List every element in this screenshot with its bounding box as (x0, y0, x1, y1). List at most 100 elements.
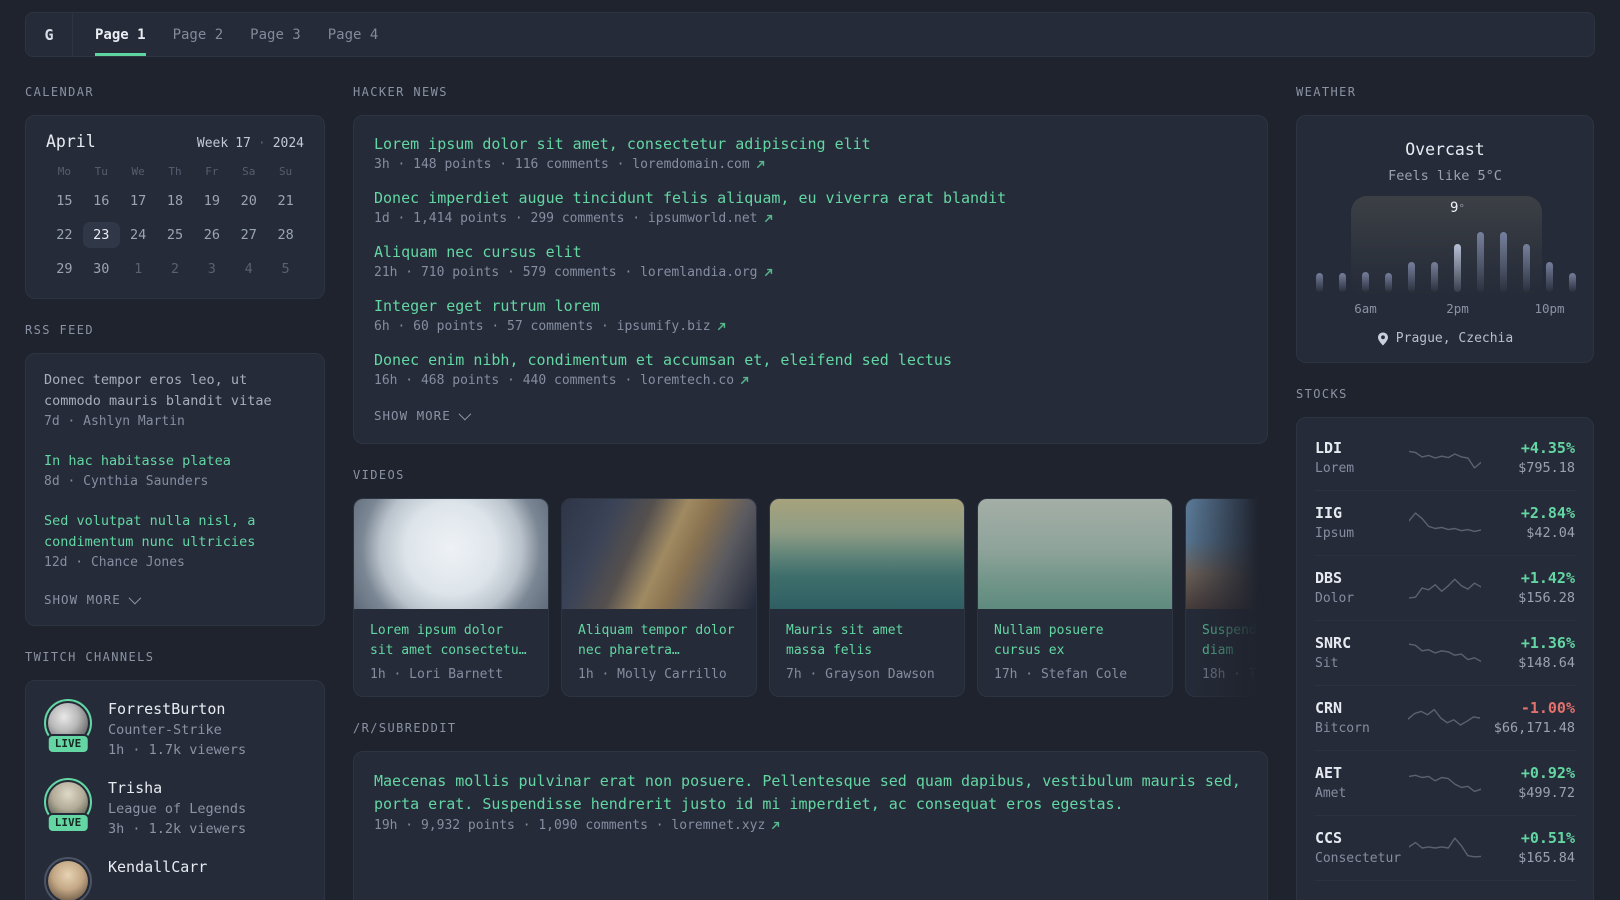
calendar-week-number: 17 (235, 136, 251, 151)
stocks-widget: STOCKS LDI Lorem +4.35% $795.18 IIG Ipsum +2.8… (1296, 387, 1594, 900)
videos-widget: VIDEOS Lorem ipsum dolor sit amet consec… (353, 468, 1268, 697)
video-card[interactable]: Mauris sit amet massa felis 7h · Grayson … (769, 498, 965, 697)
app-logo[interactable]: G (26, 13, 73, 56)
stock-row[interactable]: DBS Dolor +1.42% $156.28 (1315, 555, 1575, 620)
twitch-channel-row[interactable]: KendallCarr (44, 857, 306, 900)
video-meta: 1h · Molly Carrillo (578, 667, 727, 682)
hackernews-item-title[interactable]: Lorem ipsum dolor sit amet, consectetur … (374, 134, 1247, 155)
video-meta: 17h · Stefan Cole (994, 667, 1128, 682)
video-title[interactable]: Suspendisse diam (1202, 621, 1268, 661)
twitch-avatar-wrap: LIVE (44, 778, 92, 833)
calendar-widget-label: CALENDAR (25, 85, 94, 99)
weather-bar (1385, 273, 1392, 292)
subreddit-widget: /R/SUBREDDIT Maecenas mollis pulvinar er… (353, 721, 1268, 900)
rss-widget-label: RSS FEED (25, 323, 94, 337)
live-badge: LIVE (46, 813, 90, 833)
calendar-day: 26 (203, 227, 220, 243)
stock-ticker: AET (1315, 764, 1343, 782)
video-thumbnail (770, 499, 964, 609)
external-link-arrow-icon (772, 821, 780, 830)
subreddit-post: Maecenas mollis pulvinar erat non posuer… (374, 770, 1247, 835)
calendar-day-header: Th (168, 165, 182, 178)
tab-page-4[interactable]: Page 4 (328, 13, 379, 56)
stock-row[interactable]: LDI Lorem +4.35% $795.18 (1315, 426, 1575, 490)
stock-info: IIG Ipsum (1315, 502, 1395, 543)
stock-row[interactable]: CCS Consectetur +0.51% $165.84 (1315, 815, 1575, 880)
tab-page-1[interactable]: Page 1 (95, 13, 146, 56)
hackernews-item: Donec enim nibh, condimentum et accumsan… (374, 350, 1247, 390)
rss-show-more-button[interactable]: SHOW MORE (44, 591, 306, 607)
calendar-day: 25 (166, 227, 184, 243)
twitch-widget-label: TWITCH CHANNELS (25, 650, 155, 664)
hackernews-item-title[interactable]: Integer eget rutrum lorem (374, 296, 1247, 317)
stock-values: +0.51% $165.84 (1495, 827, 1575, 868)
rss-show-more-label: SHOW MORE (44, 592, 121, 607)
calendar-month: April (46, 132, 96, 151)
hackernews-item-title[interactable]: Donec imperdiet augue tincidunt felis al… (374, 188, 1247, 209)
weather-bar (1431, 262, 1438, 292)
weather-time-label: 10pm (1534, 301, 1565, 316)
daylight-region (1350, 196, 1542, 296)
stock-row[interactable]: AET Amet +0.92% $499.72 (1315, 750, 1575, 815)
tab-page-2[interactable]: Page 2 (173, 13, 224, 56)
twitch-channel-info: KendallCarr (108, 857, 207, 878)
twitch-channel-name[interactable]: KendallCarr (108, 857, 207, 878)
weather-feels-like: Feels like 5°C (1388, 168, 1502, 184)
video-title[interactable]: Mauris sit amet massa felis (786, 621, 948, 661)
hackernews-show-more-button[interactable]: SHOW MORE (374, 407, 1247, 423)
twitch-channel-row[interactable]: LIVE Trisha League of Legends 3h · 1.2k vie… (44, 778, 306, 839)
twitch-channel-name[interactable]: ForrestBurton (108, 699, 246, 720)
live-badge: LIVE (46, 734, 90, 754)
video-card[interactable]: Aliquam tempor dolor nec pharetra… 1h · M… (561, 498, 757, 697)
hackernews-item: Donec imperdiet augue tincidunt felis al… (374, 188, 1247, 228)
weather-bar (1477, 232, 1484, 292)
nav-tabs: Page 1 Page 2 Page 3 Page 4 (73, 13, 378, 56)
video-title[interactable]: Aliquam tempor dolor nec pharetra… (578, 621, 740, 661)
rss-widget: RSS FEED Donec tempor eros leo, ut commo… (25, 323, 325, 626)
video-card-body: Suspendisse diam 18h · Tara (1186, 609, 1268, 696)
calendar-day: 21 (277, 193, 294, 209)
hackernews-item-title[interactable]: Aliquam nec cursus elit (374, 242, 1247, 263)
calendar-day: 16 (93, 193, 110, 209)
video-card[interactable]: Suspendisse diam 18h · Tara (1185, 498, 1268, 697)
stock-price: $165.84 (1518, 850, 1575, 866)
calendar-day: 30 (93, 261, 110, 277)
rss-item-meta: 7d · Ashlyn Martin (44, 414, 185, 429)
subreddit-widget-label: /R/SUBREDDIT (353, 721, 457, 735)
video-card-body: Aliquam tempor dolor nec pharetra… 1h · M… (562, 609, 756, 696)
hackernews-item-meta-text: 6h · 60 points · 57 comments · ipsumify.… (374, 319, 711, 334)
hackernews-item-meta: 21h · 710 points · 579 comments · loreml… (374, 263, 1247, 282)
stock-row[interactable]: CRN Bitcorn -1.00% $66,171.48 (1315, 685, 1575, 750)
twitch-channel-row[interactable]: LIVE ForrestBurton Counter-Strike 1h · 1.7k… (44, 699, 306, 760)
tab-page-3[interactable]: Page 3 (250, 13, 301, 56)
rss-item: In hac habitasse platea 8d · Cynthia Saun… (44, 451, 306, 491)
video-card[interactable]: Nullam posuere cursus ex 17h · Stefan Col… (977, 498, 1173, 697)
rss-item: Donec tempor eros leo, ut commodo mauris… (44, 370, 306, 431)
video-title[interactable]: Lorem ipsum dolor sit amet consectetu… (370, 621, 532, 661)
stock-info: CCS Consectetur (1315, 827, 1401, 868)
stock-row[interactable]: IIG Ipsum +2.84% $42.04 (1315, 490, 1575, 555)
main-grid: CALENDAR April Week 17 · 2024 Mo Tu We Th Fr… (25, 85, 1595, 900)
video-title[interactable]: Nullam posuere cursus ex (994, 621, 1156, 661)
weather-bar (1316, 273, 1323, 292)
weather-bar (1569, 273, 1576, 292)
rss-item-title[interactable]: Donec tempor eros leo, ut commodo mauris… (44, 370, 306, 412)
dashboard-page: G Page 1 Page 2 Page 3 Page 4 CALENDAR Apri… (0, 0, 1620, 900)
hackernews-item-meta-text: 16h · 468 points · 440 comments · loremt… (374, 373, 735, 388)
hackernews-item-title[interactable]: Donec enim nibh, condimentum et accumsan… (374, 350, 1247, 371)
video-card[interactable]: Lorem ipsum dolor sit amet consectetu… 1h… (353, 498, 549, 697)
stock-row[interactable]: AHS +0.46% (1315, 880, 1575, 900)
calendar-day: 18 (166, 193, 184, 209)
weather-card: Overcast Feels like 5°C 9° 6am 2pm 10pm Pr… (1296, 115, 1594, 363)
video-card-body: Nullam posuere cursus ex 17h · Stefan Col… (978, 609, 1172, 696)
subreddit-post-title[interactable]: Maecenas mollis pulvinar erat non posuer… (374, 770, 1247, 816)
stock-row[interactable]: SNRC Sit +1.36% $148.64 (1315, 620, 1575, 685)
video-meta: 7h · Grayson Dawson (786, 667, 935, 682)
rss-item-title[interactable]: Sed volutpat nulla nisl, a condimentum n… (44, 511, 306, 553)
twitch-channel-name[interactable]: Trisha (108, 778, 246, 799)
twitch-channel-meta: 1h · 1.7k viewers (108, 742, 247, 758)
twitch-channel-category: Counter-Strike (108, 722, 222, 738)
rss-item-title[interactable]: In hac habitasse platea (44, 451, 306, 472)
calendar-widget: CALENDAR April Week 17 · 2024 Mo Tu We Th Fr… (25, 85, 325, 299)
weather-condition: Overcast (1405, 140, 1485, 159)
